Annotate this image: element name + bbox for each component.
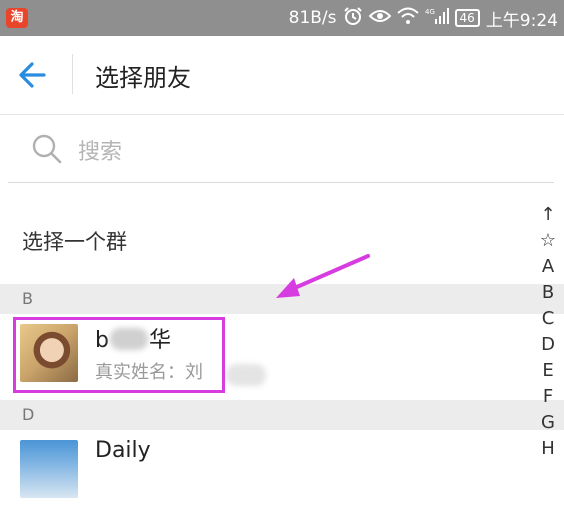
index-item-f[interactable]: F	[543, 384, 553, 410]
search-placeholder: 搜索	[78, 140, 123, 165]
index-item-top[interactable]: ↑	[540, 202, 555, 228]
index-item-h[interactable]: H	[541, 436, 555, 462]
search-input[interactable]: 搜索	[8, 116, 554, 183]
alarm-icon	[343, 6, 363, 31]
battery-level: 46	[454, 9, 480, 27]
contact-real-name: 真实姓名：刘	[95, 362, 203, 383]
select-group-item[interactable]: 选择一个群	[0, 210, 530, 270]
status-bar-right: 81B/s 4G 46 上午9:24	[289, 0, 558, 36]
eye-icon	[368, 8, 391, 29]
select-group-label: 选择一个群	[22, 230, 127, 254]
back-button[interactable]	[14, 56, 52, 94]
contact-name-suffix: 华	[148, 328, 171, 353]
blurred-name-mask	[110, 328, 148, 350]
search-icon	[32, 134, 62, 164]
contact-name: Daily	[95, 438, 151, 463]
index-item-g[interactable]: G	[541, 410, 555, 436]
avatar	[20, 324, 78, 382]
status-bar: 淘 81B/s 4G 46 上午9:24	[0, 0, 564, 36]
avatar	[20, 440, 78, 498]
taobao-app-icon: 淘	[6, 8, 28, 28]
header-divider	[72, 54, 73, 94]
index-item-a[interactable]: A	[542, 254, 554, 280]
contact-row[interactable]: Daily	[0, 430, 530, 514]
wifi-icon	[396, 7, 419, 30]
cell-signal-icon: 4G	[425, 7, 449, 30]
index-item-star[interactable]: ☆	[540, 228, 556, 254]
index-item-b[interactable]: B	[542, 280, 554, 306]
arrow-left-icon	[19, 62, 46, 88]
page-title: 选择朋友	[95, 64, 191, 92]
blurred-realname-mask	[226, 364, 266, 386]
index-item-e[interactable]: E	[542, 358, 553, 384]
annotation-arrow-icon	[276, 254, 370, 298]
section-letter: B	[22, 289, 33, 308]
clock: 上午9:24	[485, 10, 558, 31]
section-header-d: D	[0, 400, 564, 430]
network-type: 4G	[425, 8, 435, 16]
index-item-d[interactable]: D	[541, 332, 555, 358]
network-speed: 81B/s	[288, 8, 337, 28]
contact-row[interactable]: b 华 真实姓名：刘	[0, 314, 530, 398]
app-header: 选择朋友	[0, 36, 564, 115]
contact-name-prefix: b	[95, 328, 109, 353]
alphabet-index-bar[interactable]: ↑ ☆ A B C D E F G H	[536, 202, 560, 462]
index-item-c[interactable]: C	[542, 306, 555, 332]
section-letter: D	[22, 405, 35, 424]
